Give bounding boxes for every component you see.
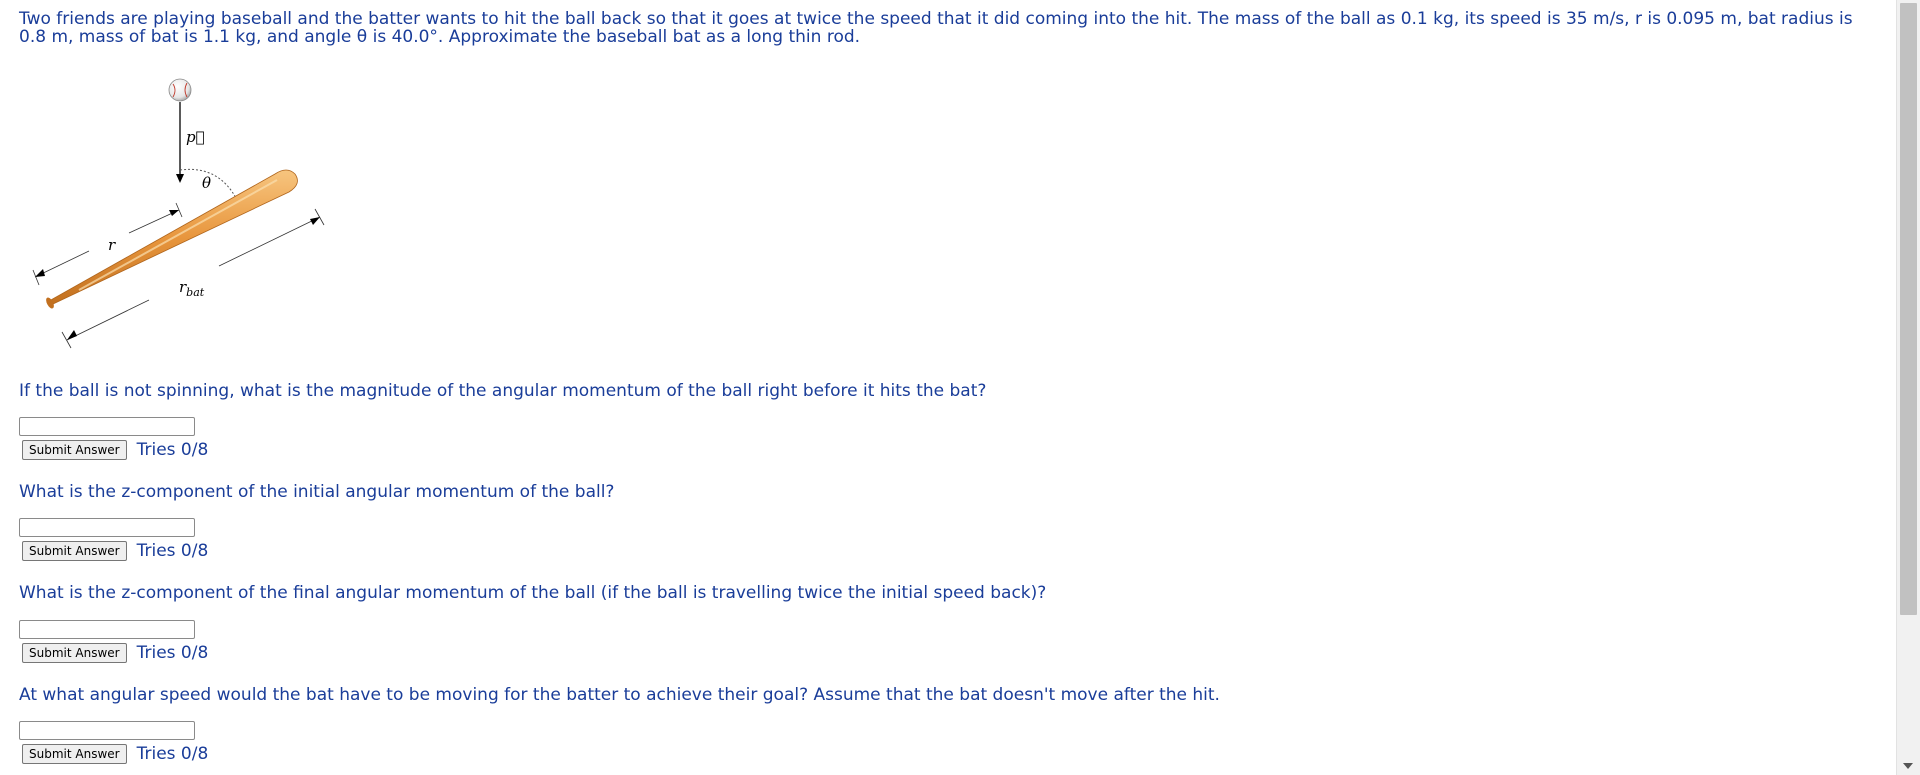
scroll-down-arrow-icon[interactable] [1903, 763, 1913, 769]
answer-input-3[interactable] [19, 620, 195, 639]
answer-input-2[interactable] [19, 518, 195, 537]
submit-row-1: Submit Answer Tries 0/8 [22, 440, 208, 460]
question-1: If the ball is not spinning, what is the… [19, 381, 987, 401]
vertical-scrollbar[interactable] [1896, 0, 1920, 775]
tries-counter-1: Tries 0/8 [136, 440, 209, 460]
theta-label: θ [202, 174, 211, 192]
submit-answer-button-2[interactable]: Submit Answer [22, 541, 127, 561]
baseball-icon [168, 78, 192, 102]
answer-input-4[interactable] [19, 721, 195, 740]
page: Two friends are playing baseball and the… [0, 0, 1920, 775]
submit-row-2: Submit Answer Tries 0/8 [22, 541, 208, 561]
problem-container: Two friends are playing baseball and the… [19, 10, 1879, 46]
problem-statement: Two friends are playing baseball and the… [19, 9, 1853, 47]
submit-row-4: Submit Answer Tries 0/8 [22, 744, 208, 764]
momentum-label: p⃗ [186, 128, 205, 146]
baseball-bat-diagram: p⃗ θ r rbat [32, 78, 325, 349]
submit-answer-button-4[interactable]: Submit Answer [22, 744, 127, 764]
question-2: What is the z-component of the initial a… [19, 482, 615, 502]
momentum-arrow [176, 102, 184, 183]
answer-input-1[interactable] [19, 417, 195, 436]
question-3: What is the z-component of the final ang… [19, 583, 1047, 603]
submit-answer-button-3[interactable]: Submit Answer [22, 643, 127, 663]
question-4: At what angular speed would the bat have… [19, 685, 1220, 705]
submit-row-3: Submit Answer Tries 0/8 [22, 643, 208, 663]
baseball-bat-icon [46, 169, 298, 309]
r-label: r [108, 236, 116, 254]
rbat-label: rbat [179, 278, 205, 299]
tries-counter-3: Tries 0/8 [136, 643, 209, 663]
submit-answer-button-1[interactable]: Submit Answer [22, 440, 127, 460]
tries-counter-2: Tries 0/8 [136, 541, 209, 561]
scrollbar-thumb[interactable] [1900, 3, 1917, 615]
tries-counter-4: Tries 0/8 [136, 744, 209, 764]
